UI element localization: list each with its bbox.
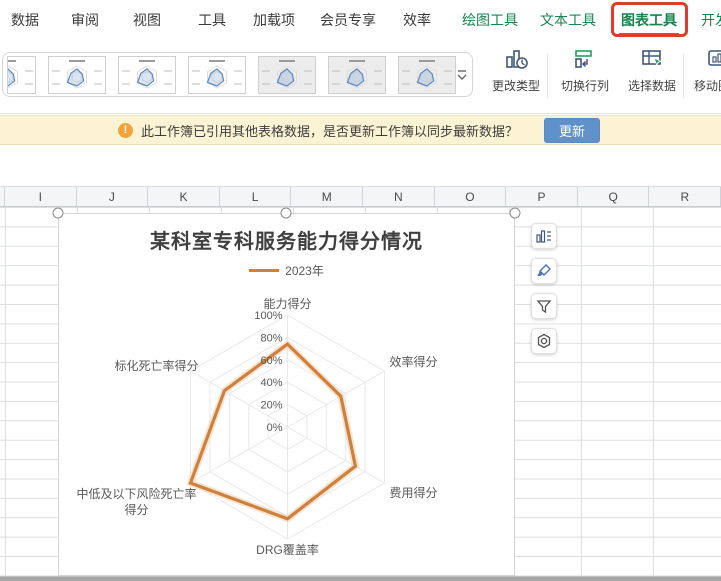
mini-radar-preview	[399, 57, 455, 94]
column-header[interactable]: K	[148, 187, 220, 206]
chart-object[interactable]: 某科室专科服务能力得分情况 2023年 0%20%40%60%80%100%能力…	[58, 213, 515, 576]
column-header[interactable]: R	[649, 187, 721, 206]
chart-elements-icon	[535, 227, 553, 245]
radar-plot-area: 0%20%40%60%80%100%能力得分效率得分费用得分DRG覆盖率中低及以…	[59, 214, 516, 577]
ribbon-divider	[683, 54, 684, 98]
chart-tools-label: 图表工具	[621, 12, 677, 28]
selection-handle-top-right[interactable]	[510, 208, 521, 219]
warning-icon: !	[118, 123, 133, 138]
chart-filter-icon	[535, 297, 553, 315]
menu-tab-view[interactable]: 视图	[133, 10, 161, 30]
menu-tab-member[interactable]: 会员专享	[320, 10, 376, 30]
radar-axis-label: 标化死亡率得分	[79, 358, 199, 374]
column-header[interactable]: Q	[578, 187, 650, 206]
selection-handle-top-left[interactable]	[53, 208, 64, 219]
menu-tab-drawing-tools[interactable]: 绘图工具	[462, 10, 518, 30]
change-chart-type-label: 更改类型	[492, 77, 540, 94]
column-header[interactable]: O	[435, 187, 507, 206]
menu-tab-text-tools[interactable]: 文本工具	[540, 10, 596, 30]
radar-axis-label: 效率得分	[389, 354, 437, 370]
svg-text:80%: 80%	[260, 332, 282, 344]
column-header[interactable]: P	[506, 187, 578, 206]
radar-chart-svg: 0%20%40%60%80%100%	[59, 214, 516, 577]
switch-row-col-label: 切换行列	[561, 77, 609, 94]
svg-text:40%: 40%	[260, 377, 282, 389]
column-header[interactable]: N	[363, 187, 435, 206]
gallery-more-button[interactable]	[455, 67, 469, 83]
change-chart-type-icon	[503, 46, 529, 72]
svg-text:20%: 20%	[260, 400, 282, 412]
mini-radar-preview	[119, 57, 175, 94]
mini-radar-preview	[7, 57, 36, 94]
radar-axis-label: 费用得分	[389, 485, 437, 501]
chart-style-list	[3, 56, 456, 94]
move-chart-icon	[705, 46, 721, 72]
chart-settings-icon	[535, 332, 553, 350]
svg-text:60%: 60%	[260, 355, 282, 367]
chart-filter-button[interactable]	[531, 293, 557, 319]
chart-style-button[interactable]	[531, 258, 557, 284]
mini-radar-preview	[259, 57, 315, 94]
menu-tab-chart-tools-active[interactable]: 图表工具	[621, 10, 677, 30]
menu-tab-review[interactable]: 审阅	[71, 10, 99, 30]
select-data-button[interactable]: 选择数据	[619, 46, 685, 94]
update-button[interactable]: 更新	[544, 118, 600, 143]
mini-radar-preview	[189, 57, 245, 94]
chart-style-thumbnail[interactable]	[48, 56, 106, 94]
horizontal-scrollbar[interactable]	[0, 576, 721, 581]
radar-axis-label: 能力得分	[263, 296, 311, 312]
svg-text:0%: 0%	[267, 422, 283, 434]
column-header[interactable]: L	[220, 187, 292, 206]
switch-row-col-button[interactable]: 切换行列	[552, 46, 618, 94]
select-data-label: 选择数据	[628, 77, 676, 94]
mini-radar-preview	[329, 57, 385, 94]
radar-axis-label: 中低及以下风险死亡率得分	[77, 486, 197, 518]
ribbon-divider	[547, 54, 548, 98]
mini-radar-preview	[49, 57, 105, 94]
select-data-icon	[639, 46, 665, 72]
gallery-more-icon	[455, 67, 469, 83]
column-header[interactable]: J	[77, 187, 149, 206]
move-chart-label: 移动图表	[694, 77, 721, 94]
menu-tab-efficiency[interactable]: 效率	[403, 10, 431, 30]
selection-handle-top-center[interactable]	[281, 208, 292, 219]
ribbon-toolbar: 更改类型 切换行列 选择数据	[0, 40, 721, 114]
chart-style-thumbnail[interactable]	[188, 56, 246, 94]
blank-strip	[0, 146, 721, 186]
switch-row-col-icon	[572, 46, 598, 72]
radar-axis-label: DRG覆盖率	[256, 542, 319, 558]
wps-spreadsheet-window: 数据 审阅 视图 工具 加载项 会员专享 效率 绘图工具 文本工具 图表工具 开…	[0, 0, 721, 581]
column-header[interactable]: I	[5, 187, 77, 206]
chart-style-thumbnail[interactable]	[118, 56, 176, 94]
chart-style-brush-icon	[535, 262, 553, 280]
update-notification-bar: ! 此工作簿已引用其他表格数据，是否更新工作簿以同步最新数据？ 更新	[0, 115, 721, 145]
menu-tab-data[interactable]: 数据	[11, 10, 39, 30]
chart-elements-button[interactable]	[531, 223, 557, 249]
chart-style-gallery	[2, 52, 473, 97]
chart-settings-button[interactable]	[531, 328, 557, 354]
column-header[interactable]: M	[291, 187, 363, 206]
menu-tab-dev-tools[interactable]: 开发工具	[701, 10, 721, 30]
chart-style-thumbnail[interactable]	[398, 56, 456, 94]
notification-text: 此工作簿已引用其他表格数据，是否更新工作簿以同步最新数据？	[141, 121, 518, 140]
menu-tab-addins[interactable]: 加载项	[253, 10, 295, 30]
menu-tab-tools[interactable]: 工具	[198, 10, 226, 30]
move-chart-button[interactable]: 移动图表	[688, 46, 721, 94]
menu-bar: 数据 审阅 视图 工具 加载项 会员专享 效率 绘图工具 文本工具 图表工具 开…	[0, 0, 721, 40]
change-chart-type-button[interactable]: 更改类型	[483, 46, 549, 94]
chart-style-thumbnail[interactable]	[328, 56, 386, 94]
column-headers: IJKLMNOPQR	[0, 186, 721, 207]
active-tab-underline	[619, 33, 679, 36]
chart-style-thumbnail[interactable]	[7, 56, 36, 94]
chart-style-thumbnail[interactable]	[258, 56, 316, 94]
